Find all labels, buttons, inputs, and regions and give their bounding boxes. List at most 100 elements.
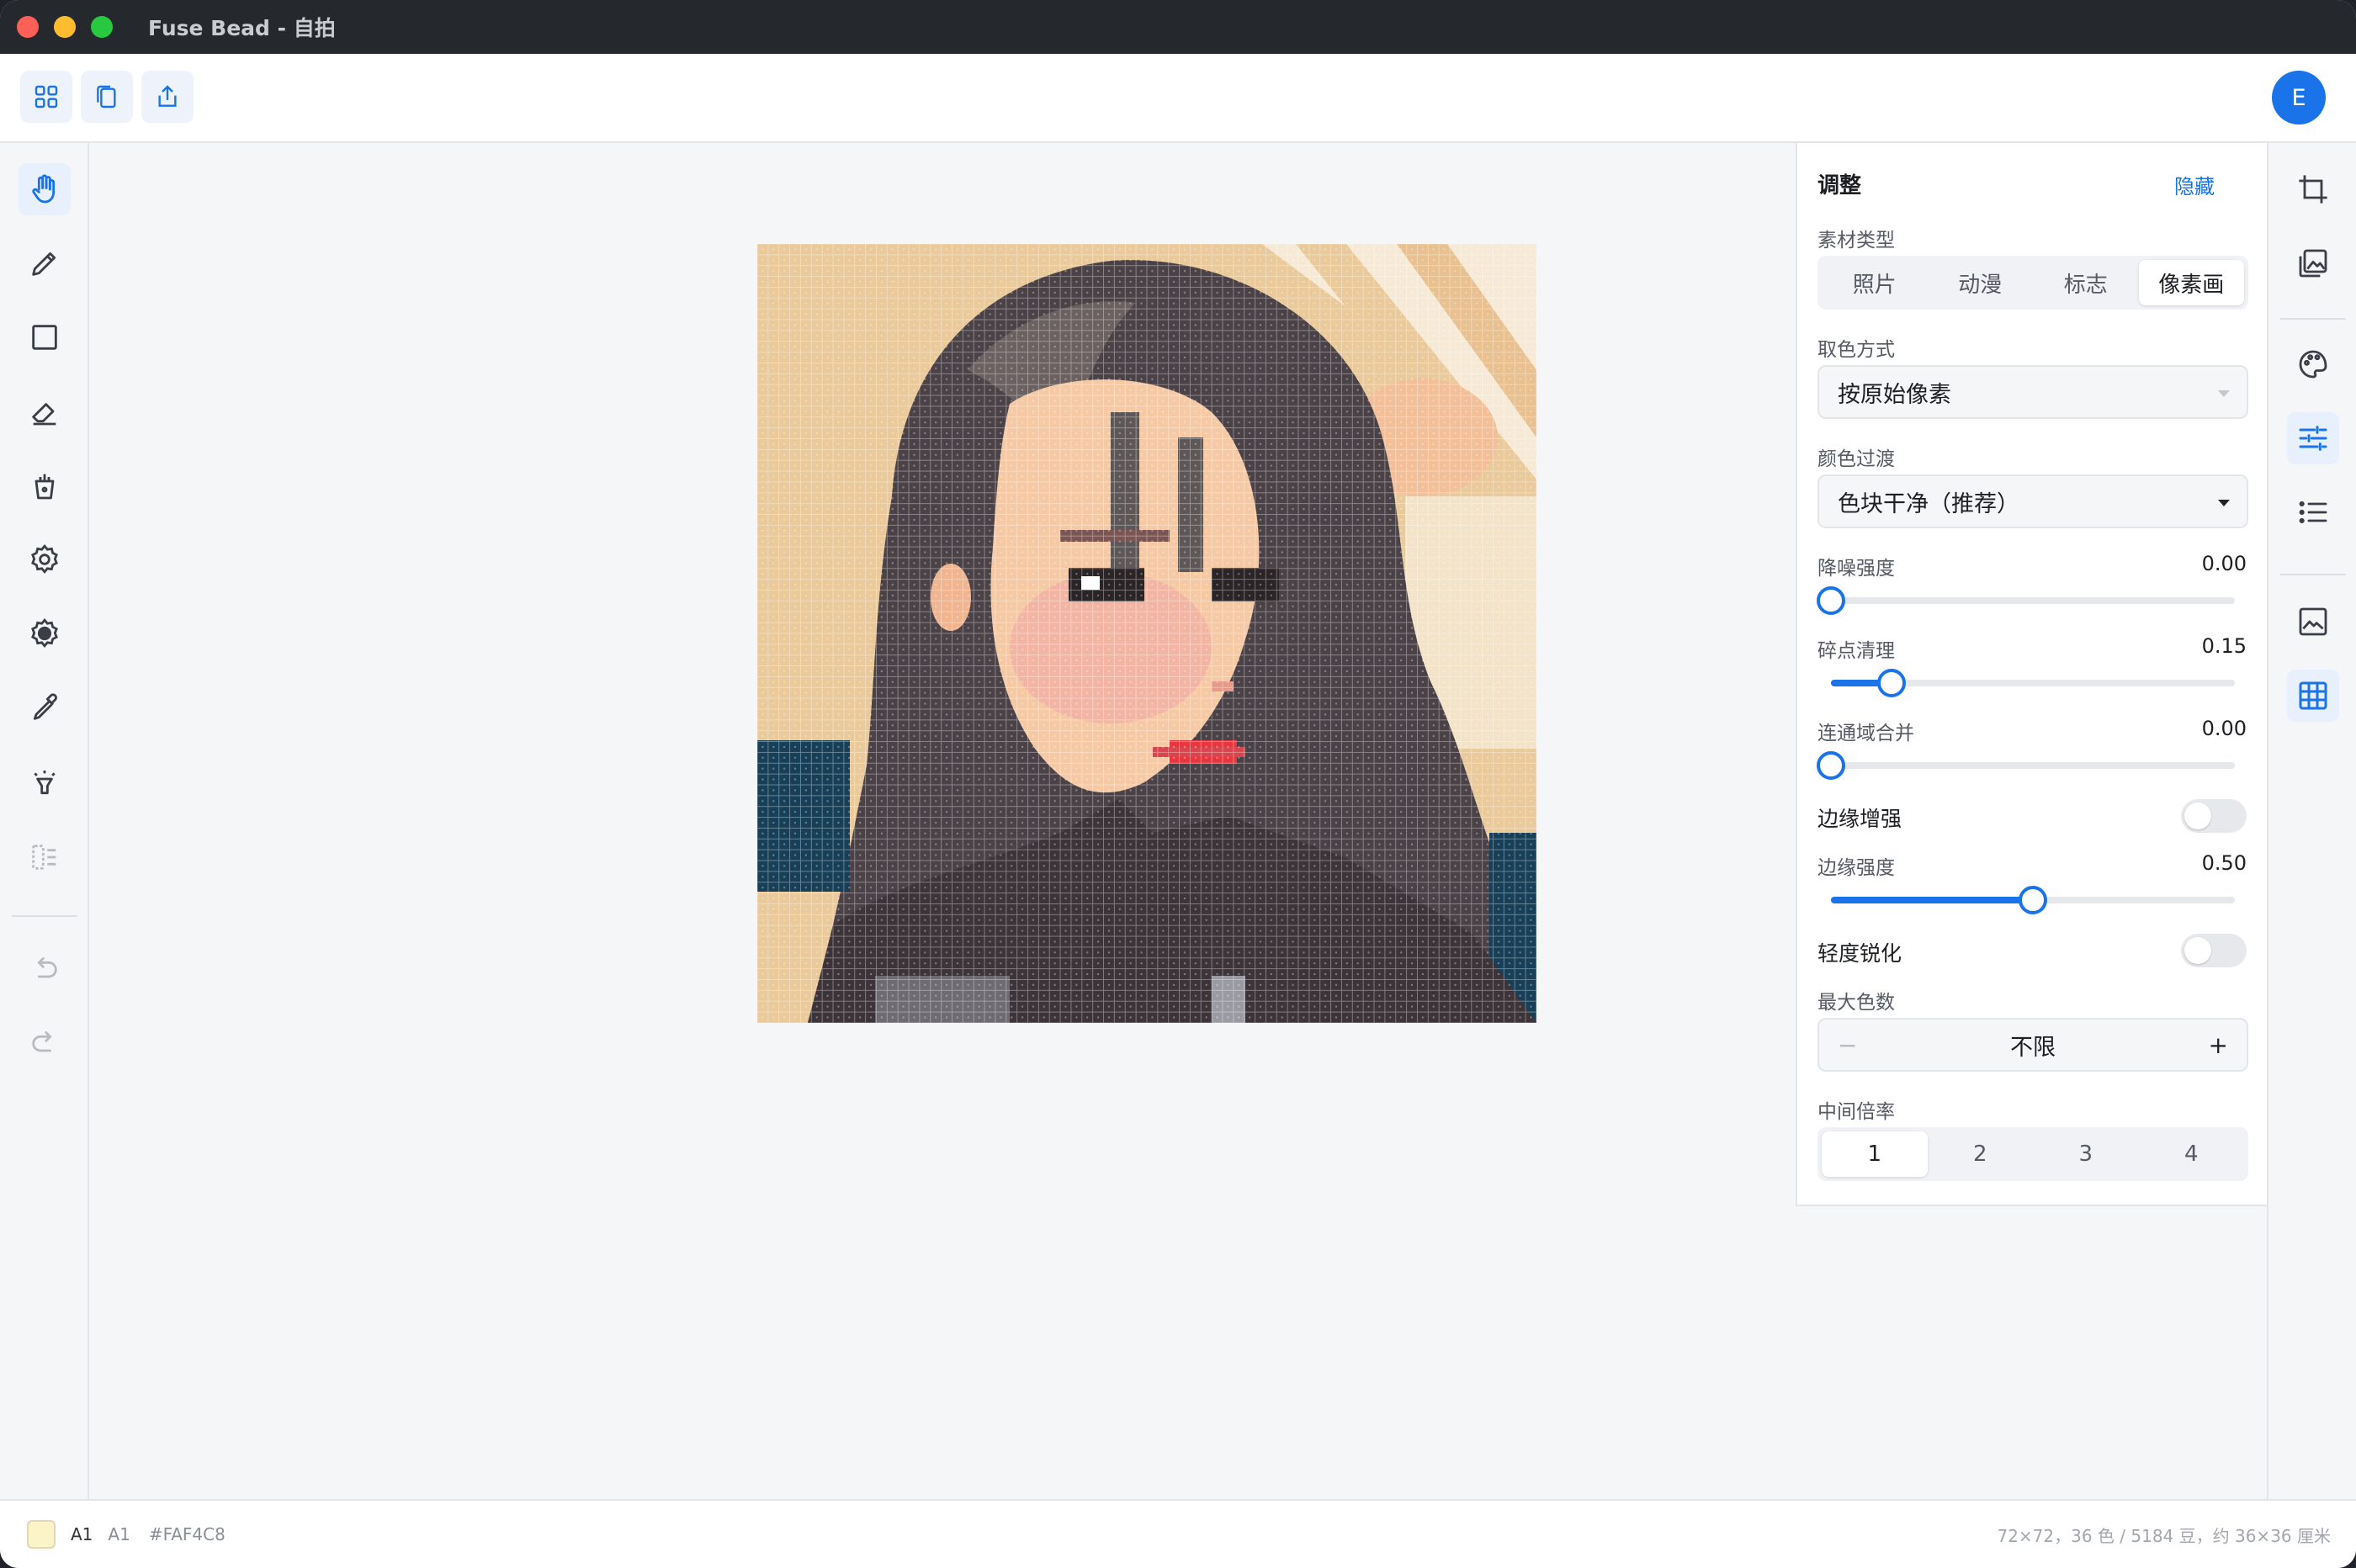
title-bar: Fuse Bead - 自拍 — [0, 0, 2356, 54]
rail-divider — [2280, 318, 2346, 320]
undo-button[interactable] — [19, 942, 71, 994]
color-code-secondary: A1 — [108, 1524, 130, 1544]
scale-option-4[interactable]: 4 — [2139, 1131, 2245, 1177]
color-transition-value: 色块干净（推荐） — [1838, 490, 2019, 517]
image-stack-button[interactable] — [2287, 237, 2339, 289]
undo-icon — [28, 951, 61, 985]
eraser-tool-button[interactable] — [19, 385, 71, 437]
chevron-down-icon — [2218, 500, 2230, 506]
copy-button[interactable] — [81, 71, 133, 123]
app-window: Fuse Bead - 自拍 E 调整 隐藏 素材类型 照片 动漫 标志 像素画… — [0, 0, 2356, 1568]
color-hex: #FAF4C8 — [148, 1524, 226, 1544]
bucket-icon — [28, 469, 61, 502]
denoise-slider[interactable] — [1817, 586, 2235, 615]
right-icon-rail — [2267, 143, 2356, 1499]
color-pick-value: 按原始像素 — [1838, 381, 1951, 408]
speckle-value: 0.15 — [2201, 634, 2247, 658]
window-title: Fuse Bead - 自拍 — [148, 16, 336, 40]
toggle-knob — [2184, 803, 2211, 829]
adjust-panel: 调整 隐藏 素材类型 照片 动漫 标志 像素画 取色方式 按原始像素 颜色过渡 … — [1796, 143, 2267, 1206]
gear-filled-icon — [28, 617, 61, 650]
grid-icon — [2296, 679, 2330, 712]
sharpen-toggle[interactable] — [2181, 934, 2247, 967]
color-pick-select[interactable]: 按原始像素 — [1817, 365, 2248, 419]
color-transition-label: 颜色过渡 — [1817, 448, 1895, 470]
material-option-pixelart[interactable]: 像素画 — [2138, 260, 2244, 305]
current-color-swatch[interactable] — [27, 1520, 56, 1549]
eyedropper-icon — [28, 691, 61, 724]
bead-board[interactable] — [757, 244, 1536, 1023]
palette-button[interactable] — [2287, 338, 2339, 390]
edge-strength-value: 0.50 — [2201, 851, 2247, 875]
denoise-label: 降噪强度 — [1817, 558, 1895, 580]
share-button[interactable] — [141, 71, 194, 123]
sharpen-label: 轻度锐化 — [1817, 941, 1902, 966]
color-pick-label: 取色方式 — [1817, 339, 1895, 361]
color-list-button[interactable] — [2287, 486, 2339, 538]
original-image-button[interactable] — [2287, 596, 2339, 648]
decrease-button[interactable]: − — [1838, 1031, 1857, 1059]
edge-strength-label: 边缘强度 — [1817, 857, 1895, 879]
slider-knob[interactable] — [1877, 669, 1906, 697]
rectangle-tool-button[interactable] — [19, 311, 71, 363]
toggle-knob — [2184, 937, 2211, 964]
copy-icon — [93, 83, 120, 110]
bucket-tool-button[interactable] — [19, 459, 71, 511]
redo-icon — [28, 1025, 61, 1059]
left-tool-rail — [0, 143, 89, 1499]
increase-button[interactable]: + — [2209, 1031, 2228, 1059]
max-colors-value: 不限 — [2010, 1034, 2056, 1061]
chevron-down-icon — [2218, 390, 2230, 397]
material-option-logo[interactable]: 标志 — [2033, 260, 2139, 305]
zoom-window-button[interactable] — [91, 16, 113, 38]
max-colors-stepper: − 不限 + — [1817, 1018, 2248, 1072]
eyedropper-tool-button[interactable] — [19, 681, 71, 734]
slider-knob[interactable] — [1817, 751, 1845, 780]
scale-label: 中间倍率 — [1817, 1101, 1895, 1123]
grid-view-button[interactable] — [20, 71, 72, 123]
crop-icon — [2296, 172, 2330, 206]
pencil-icon — [28, 246, 61, 280]
window-controls — [17, 16, 113, 38]
close-window-button[interactable] — [17, 16, 39, 38]
panel-title: 调整 — [1817, 173, 1862, 199]
edge-strength-slider[interactable] — [1831, 886, 2235, 914]
grid-view-icon — [33, 83, 60, 110]
avatar[interactable]: E — [2272, 71, 2326, 124]
color-transition-select[interactable]: 色块干净（推荐） — [1817, 474, 2248, 528]
replace-tool-button[interactable] — [19, 831, 71, 883]
edge-enhance-toggle[interactable] — [2181, 799, 2247, 833]
pencil-tool-button[interactable] — [19, 237, 71, 289]
material-option-photo[interactable]: 照片 — [1822, 260, 1928, 305]
top-toolbar: E — [0, 54, 2356, 143]
settings-filled-tool-button[interactable] — [19, 607, 71, 660]
adjust-sliders-button[interactable] — [2287, 412, 2339, 464]
rail-divider — [12, 915, 77, 917]
settings-tool-button[interactable] — [19, 533, 71, 585]
bead-grid-button[interactable] — [2287, 670, 2339, 722]
canvas-area[interactable] — [89, 143, 1796, 1499]
scale-option-1[interactable]: 1 — [1822, 1131, 1928, 1177]
crop-button[interactable] — [2287, 163, 2339, 215]
material-type-label: 素材类型 — [1817, 230, 1895, 252]
eraser-icon — [28, 395, 61, 428]
slider-knob[interactable] — [2019, 886, 2047, 914]
rectangle-icon — [28, 320, 61, 354]
scale-option-3[interactable]: 3 — [2033, 1131, 2139, 1177]
scale-option-2[interactable]: 2 — [1928, 1131, 2034, 1177]
rail-divider — [2280, 574, 2346, 575]
image-stack-icon — [2296, 246, 2330, 280]
replace-icon — [28, 840, 61, 874]
denoise-value: 0.00 — [2201, 552, 2247, 575]
gear-icon — [28, 543, 61, 576]
speckle-slider[interactable] — [1831, 669, 2235, 697]
material-type-segmented: 照片 动漫 标志 像素画 — [1817, 256, 2248, 310]
slider-knob[interactable] — [1817, 586, 1845, 615]
redo-button[interactable] — [19, 1016, 71, 1068]
merge-slider[interactable] — [1817, 751, 2235, 780]
minimize-window-button[interactable] — [54, 16, 76, 38]
highlight-tool-button[interactable] — [19, 757, 71, 809]
hand-tool-button[interactable] — [19, 163, 71, 215]
material-option-anime[interactable]: 动漫 — [1928, 260, 2034, 305]
hide-panel-button[interactable]: 隐藏 — [2174, 170, 2215, 199]
